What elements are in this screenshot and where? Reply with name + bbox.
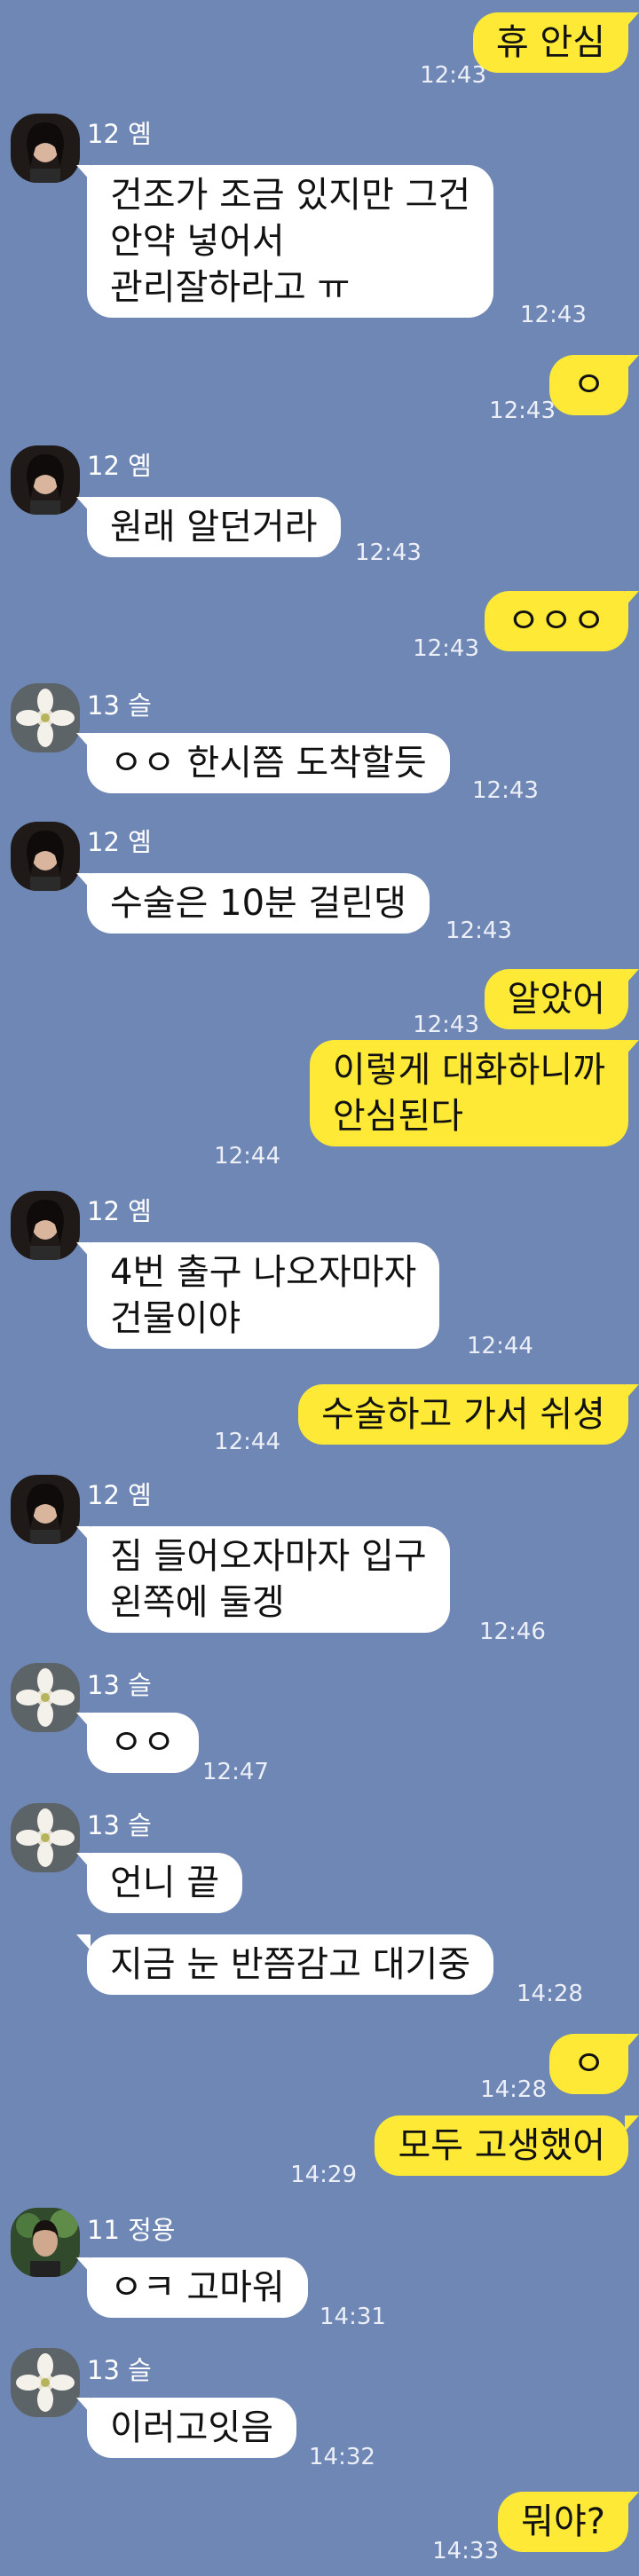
message-time: 12:43 (413, 1012, 479, 1038)
avatar[interactable] (11, 822, 80, 891)
message-bubble-mine[interactable]: 수술하고 가서 쉬셩 (298, 1384, 639, 1445)
message-bubble[interactable]: 언니 끝 (75, 1853, 243, 1913)
message-bubble-mine[interactable]: ㅇ (549, 2034, 639, 2094)
sender-name: 13 슬 (87, 1670, 152, 1700)
sender-name: 12 옘 (87, 827, 152, 857)
person-photo-icon (27, 831, 64, 891)
message-bubble[interactable]: 원래 알던거라 (76, 497, 341, 557)
message-time: 12:44 (214, 1143, 280, 1170)
sender-name: 13 슬 (87, 2355, 152, 2385)
flower-photo-icon (16, 1668, 75, 1727)
message-time: 12:46 (479, 1619, 546, 1645)
message-bubble[interactable]: 지금 눈 반쯤감고 대기중 (75, 1934, 494, 1995)
message-bubble[interactable]: 건조가 조금 있지만 그건 안약 넣어서 관리잘하라고 ㅠ (75, 165, 494, 318)
message-bubble[interactable]: 4번 출구 나오자마자 건물이야 (75, 1242, 440, 1349)
message-bubble-mine[interactable]: 이렇게 대화하니까 안심된다 (309, 1040, 639, 1146)
message-bubble[interactable]: 수술은 10분 걸린댕 (76, 873, 430, 934)
person-photo-icon (27, 1200, 64, 1260)
message-time: 14:28 (480, 2076, 547, 2103)
message-text: 건조가 조금 있지만 그건 안약 넣어서 관리잘하라고 ㅠ (110, 175, 471, 308)
message-bubble[interactable]: 짐 들어오자마자 입구 왼쪽에 둘겡 (76, 1526, 450, 1633)
message-time: 12:43 (472, 777, 539, 804)
sender-name: 12 옘 (87, 1196, 152, 1226)
sender-name: 13 슬 (87, 690, 152, 721)
message-time: 14:33 (432, 2538, 499, 2564)
flower-photo-icon (16, 689, 75, 747)
message-time: 12:44 (214, 1429, 280, 1455)
message-bubble-mine[interactable]: 모두 고생했어 (375, 2115, 639, 2176)
message-bubble-mine[interactable]: 뭐야? (498, 2492, 639, 2552)
message-bubble[interactable]: 이러고잇음 (76, 2398, 296, 2458)
avatar[interactable] (11, 2208, 80, 2277)
avatar[interactable] (11, 445, 80, 515)
flower-photo-icon (16, 1808, 75, 1867)
avatar[interactable] (11, 114, 80, 183)
avatar[interactable] (11, 1475, 80, 1544)
sender-name: 13 슬 (87, 1810, 152, 1840)
message-time: 12:43 (413, 635, 479, 662)
avatar[interactable] (11, 1803, 80, 1872)
sender-name: 12 옘 (87, 119, 152, 149)
avatar[interactable] (11, 683, 80, 752)
message-bubble-mine[interactable]: ㅇ (549, 355, 639, 415)
flower-photo-icon (16, 2353, 75, 2412)
message-bubble[interactable]: ㅇㅇ 한시쯤 도착할듯 (76, 733, 450, 793)
message-time: 12:43 (520, 302, 587, 328)
message-bubble-mine[interactable]: 알았어 (484, 969, 639, 1029)
message-time: 12:43 (355, 540, 422, 566)
person-photo-icon (16, 2210, 78, 2277)
sender-name: 12 옘 (87, 451, 152, 481)
message-bubble-mine[interactable]: ㅇㅇㅇ (484, 591, 639, 651)
message-bubble[interactable]: ㅇㅇ (76, 1713, 199, 1773)
person-photo-icon (27, 1484, 64, 1544)
avatar[interactable] (11, 1663, 80, 1732)
message-time: 12:47 (202, 1759, 269, 1785)
message-time: 12:43 (446, 918, 512, 944)
message-time: 12:43 (420, 62, 486, 89)
message-time: 12:43 (489, 398, 556, 424)
person-photo-icon (27, 454, 64, 515)
person-photo-icon (27, 122, 64, 183)
message-time: 14:29 (290, 2162, 357, 2188)
message-time: 14:31 (320, 2304, 386, 2330)
message-time: 12:44 (467, 1333, 533, 1359)
message-text: 짐 들어오자마자 입구 왼쪽에 둘겡 (110, 1536, 427, 1623)
message-text: 이렇게 대화하니까 안심된다 (332, 1050, 605, 1137)
message-time: 14:28 (517, 1981, 583, 2007)
message-text: 4번 출구 나오자마자 건물이야 (110, 1252, 417, 1339)
sender-name: 11 정용 (87, 2215, 176, 2245)
message-bubble-mine[interactable]: 휴 안심 (472, 12, 639, 73)
avatar[interactable] (11, 2348, 80, 2417)
message-time: 14:32 (309, 2444, 375, 2470)
message-bubble[interactable]: ㅇㅋ 고마워 (76, 2257, 308, 2318)
avatar[interactable] (11, 1191, 80, 1260)
sender-name: 12 옘 (87, 1480, 152, 1510)
